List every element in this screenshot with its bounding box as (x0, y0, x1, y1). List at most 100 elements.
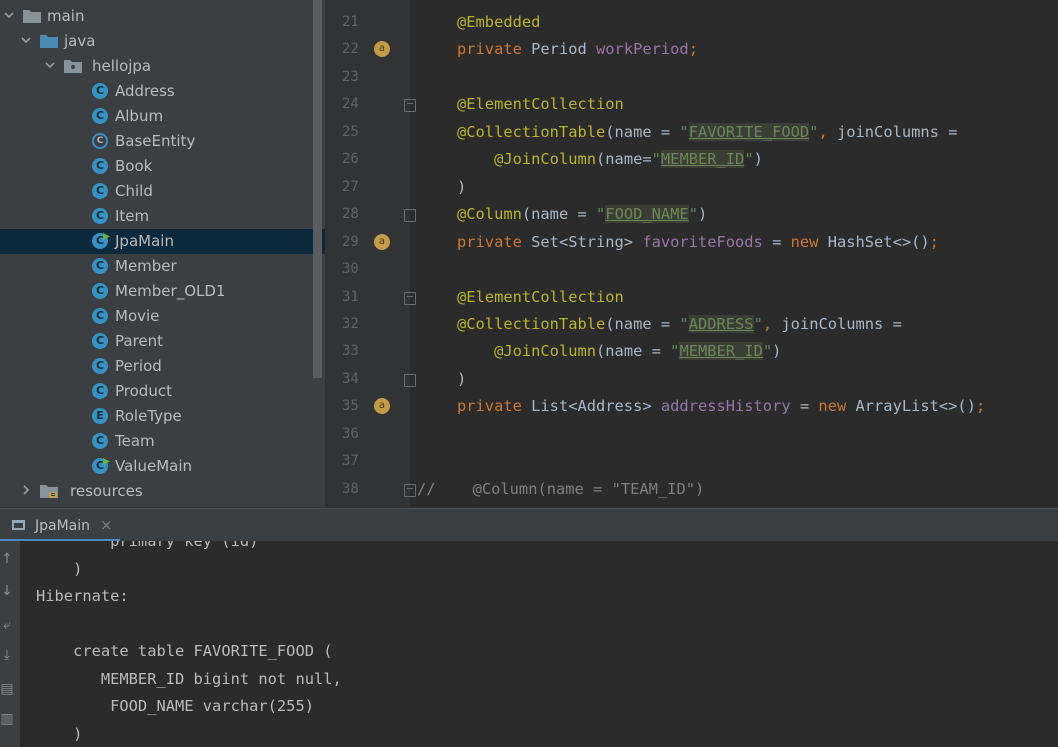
editor-gutter (326, 0, 410, 508)
code-line: @ElementCollection (457, 288, 624, 306)
scroll-to-end-icon[interactable]: ⤓ (0, 647, 14, 663)
tree-item-book[interactable]: C Book (0, 154, 325, 179)
tree-item-period[interactable]: C Period (0, 354, 325, 379)
code-token: " (679, 122, 689, 141)
chevron-down-icon[interactable] (43, 58, 57, 72)
tree-item-jpamain[interactable]: C JpaMain (0, 229, 325, 254)
scroll-up-icon[interactable]: ↑ (0, 551, 14, 567)
fold-marker-icon[interactable] (404, 99, 416, 113)
code-line: @Column(name = "FOOD_NAME") (457, 205, 707, 224)
code-line: private List<Address> addressHistory = n… (457, 397, 985, 415)
code-line: @Embedded (457, 13, 540, 31)
fold-marker-icon[interactable] (404, 291, 416, 305)
tree-item-movie[interactable]: C Movie (0, 304, 325, 329)
class-icon: C (92, 183, 108, 199)
code-token: Period (531, 40, 597, 59)
tree-item-java[interactable]: java (0, 29, 325, 54)
code-line: @CollectionTable(name = "FAVORITE_FOOD",… (457, 122, 958, 141)
fold-marker-icon[interactable] (404, 483, 416, 497)
tree-item-main[interactable]: main (0, 4, 325, 29)
code-line: @JoinColumn(name="MEMBER_ID") (457, 150, 763, 169)
code-line: private Period workPeriod; (457, 40, 698, 58)
code-editor[interactable] (410, 0, 1058, 508)
annotation-gutter-icon[interactable]: a (374, 233, 390, 250)
code-line: @JoinColumn(name = "MEMBER_ID") (457, 342, 781, 361)
code-token: (name = (605, 314, 680, 333)
line-number: 35 (342, 398, 359, 415)
scroll-down-icon[interactable]: ↓ (0, 583, 14, 599)
tree-item-address[interactable]: C Address (0, 79, 325, 104)
tree-item-roletype[interactable]: E RoleType (0, 404, 325, 429)
code-line: ) (457, 370, 466, 388)
code-token: addressHistory (660, 397, 791, 416)
tree-item-resources[interactable]: resources (0, 479, 325, 504)
fold-marker-icon[interactable] (404, 373, 416, 387)
line-number: 30 (342, 261, 359, 278)
fold-marker-icon[interactable] (404, 209, 416, 223)
code-line: private Set<String> favoriteFoods = new … (457, 233, 939, 251)
class-icon: C (92, 333, 108, 349)
console-line: ) (36, 559, 83, 578)
tree-item-baseentity[interactable]: C BaseEntity (0, 129, 325, 154)
tree-item-album[interactable]: C Album (0, 104, 325, 129)
line-number: 22 (342, 41, 359, 58)
tree-item-label: Member_OLD1 (115, 282, 226, 300)
code-token: = (790, 397, 819, 416)
class-icon: C (92, 308, 108, 324)
class-icon: C (92, 208, 108, 224)
line-number: 23 (342, 68, 359, 85)
console-line: Hibernate: (36, 587, 138, 605)
code-token: ; (929, 232, 939, 251)
line-number: 24 (342, 96, 359, 113)
line-number: 29 (342, 233, 359, 250)
line-number: 21 (342, 14, 359, 30)
tree-item-child[interactable]: C Child (0, 179, 325, 204)
project-tree-scrollbar[interactable] (313, 0, 322, 378)
tree-item-member[interactable]: C Member (0, 254, 325, 279)
tree-item-valuemain[interactable]: C ValueMain (0, 454, 325, 479)
console-line: FOOD_NAME varchar(255) (36, 697, 314, 715)
chevron-down-icon[interactable] (19, 33, 33, 47)
console-icon (12, 520, 25, 530)
console-line: ) (36, 724, 83, 743)
class-icon: C (92, 108, 108, 124)
chevron-right-icon[interactable] (19, 483, 33, 497)
code-token: @JoinColumn (494, 150, 597, 169)
code-token: joinColumns = (836, 122, 958, 141)
tree-item-team[interactable]: C Team (0, 429, 325, 454)
tree-item-label: Product (115, 382, 172, 400)
class-icon: C (92, 133, 108, 149)
code-token: = (762, 232, 791, 251)
code-line: ) (457, 178, 466, 196)
code-token: " (596, 205, 606, 224)
class-icon: C (92, 283, 108, 299)
line-number: 36 (342, 425, 359, 442)
tree-item-label: Member (115, 257, 177, 275)
close-tab-button[interactable]: × (100, 516, 113, 534)
class-icon: C (92, 83, 108, 99)
line-number: 38 (342, 480, 359, 497)
tree-item-product[interactable]: C Product (0, 379, 325, 404)
code-token: ) (457, 369, 467, 388)
tree-item-parent[interactable]: C Parent (0, 329, 325, 354)
code-token: " (753, 314, 763, 333)
tab-jpamain[interactable]: JpaMain × (0, 509, 120, 542)
chevron-down-icon[interactable] (2, 8, 16, 22)
code-token: private (457, 40, 532, 59)
print-icon[interactable]: ▤ (0, 681, 14, 697)
line-number: 26 (342, 151, 359, 168)
code-token: ArrayList<>() (855, 397, 976, 416)
console-output[interactable]: primary key (id) ) Hibernate: create tabl… (20, 541, 1058, 747)
trash-icon[interactable]: ▥ (0, 711, 14, 727)
tree-item-member-old1[interactable]: C Member_OLD1 (0, 279, 325, 304)
tree-item-hellojpa[interactable]: hellojpa (0, 54, 325, 79)
folder-icon (40, 34, 58, 48)
line-number: 37 (342, 453, 359, 470)
tree-item-label: resources (70, 482, 143, 500)
soft-wrap-icon[interactable]: ⤶ (0, 617, 14, 633)
code-token: @Column (457, 205, 522, 224)
line-number: 28 (342, 206, 359, 223)
tree-item-item[interactable]: C Item (0, 204, 325, 229)
code-token: joinColumns = (781, 314, 902, 333)
class-icon: C (92, 258, 108, 274)
